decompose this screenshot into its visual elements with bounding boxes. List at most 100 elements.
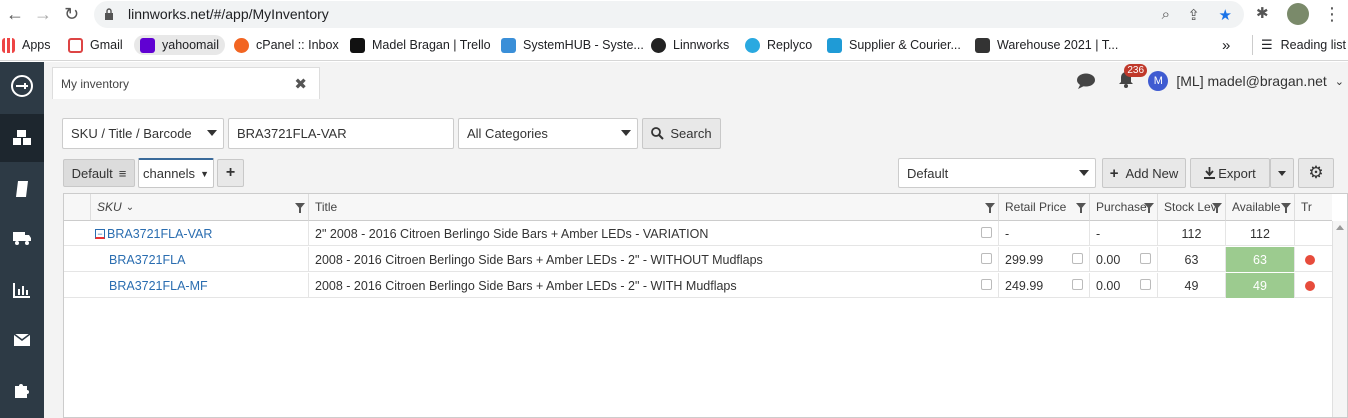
bookmarks-overflow[interactable]: » <box>1222 35 1230 55</box>
sku-link[interactable]: BRA3721FLA <box>109 253 185 267</box>
edit-icon[interactable] <box>981 279 992 290</box>
reports-chart-icon[interactable] <box>0 266 44 314</box>
column-header-title[interactable]: Title <box>309 194 999 221</box>
filter-icon[interactable] <box>1144 203 1154 213</box>
download-icon <box>1204 167 1216 179</box>
back-icon[interactable]: ← <box>6 4 24 24</box>
reload-icon[interactable]: ↻ <box>64 4 79 24</box>
tab-my-inventory[interactable]: My inventory ✖ <box>52 67 320 99</box>
bookmark-cpanel[interactable]: cPanel :: Inbox <box>234 35 339 55</box>
tracked-cell <box>1295 273 1332 298</box>
star-icon[interactable]: ★ <box>1219 6 1232 24</box>
supplier-icon <box>827 37 842 53</box>
title-cell[interactable]: 2008 - 2016 Citroen Berlingo Side Bars +… <box>309 247 999 272</box>
column-header-tracked[interactable]: Tr <box>1295 194 1332 221</box>
title-cell[interactable]: 2008 - 2016 Citroen Berlingo Side Bars +… <box>309 273 999 298</box>
edit-icon[interactable] <box>1140 279 1151 290</box>
bookmark-apps[interactable]: Apps <box>2 35 51 55</box>
column-header-stock-level[interactable]: Stock Lev <box>1158 194 1226 221</box>
bookmark-trello[interactable]: Madel Bragan | Trello <box>350 35 491 55</box>
sku-cell: − BRA3721FLA-VAR <box>91 221 309 246</box>
filter-icon[interactable] <box>1281 203 1291 213</box>
sku-link[interactable]: BRA3721FLA-MF <box>109 279 208 293</box>
table-row[interactable]: BRA3721FLA 2008 - 2016 Citroen Berlingo … <box>64 247 1332 272</box>
search-input[interactable]: BRA3721FLA-VAR <box>228 118 454 149</box>
bookmark-warehouse[interactable]: Warehouse 2021 | T... <box>975 35 1118 55</box>
bookmark-label: SystemHUB - Syste... <box>523 38 644 52</box>
close-icon[interactable]: ✖ <box>294 75 307 93</box>
filter-icon[interactable] <box>1212 203 1222 213</box>
table-row[interactable]: − BRA3721FLA-VAR 2" 2008 - 2016 Citroen … <box>64 221 1332 246</box>
reading-list[interactable]: ☰ Reading list <box>1252 35 1346 55</box>
orders-book-icon[interactable] <box>0 165 44 213</box>
add-new-button[interactable]: + Add New <box>1102 158 1186 188</box>
user-label[interactable]: [ML] madel@bragan.net <box>1176 73 1326 89</box>
edit-icon[interactable] <box>981 253 992 264</box>
title-cell[interactable]: 2" 2008 - 2016 Citroen Berlingo Side Bar… <box>309 221 999 246</box>
column-header-purchase[interactable]: Purchase <box>1090 194 1158 221</box>
scrollbar[interactable] <box>1332 221 1347 417</box>
retail-price-cell[interactable]: 299.99 <box>999 247 1090 272</box>
zoom-icon[interactable]: ⌕ <box>1162 6 1170 23</box>
column-header-sku[interactable]: SKU ⌄ <box>91 194 309 221</box>
search-icon <box>651 127 665 140</box>
inventory-icon[interactable] <box>0 114 44 162</box>
filter-icon[interactable] <box>1076 203 1086 213</box>
view-channels[interactable]: channels ▼ <box>138 158 214 188</box>
table-row[interactable]: BRA3721FLA-MF 2008 - 2016 Citroen Berlin… <box>64 273 1332 298</box>
settings-button[interactable]: ⚙ <box>1298 158 1334 188</box>
title-text: 2008 - 2016 Citroen Berlingo Side Bars +… <box>315 252 763 267</box>
bookmark-replyco[interactable]: Replyco <box>745 35 812 55</box>
category-select[interactable]: All Categories <box>458 118 638 149</box>
column-label: Tr <box>1301 200 1312 214</box>
bookmark-label: Gmail <box>90 38 123 52</box>
menu-icon[interactable]: ⋮ <box>1323 4 1341 24</box>
retail-price-cell[interactable]: 249.99 <box>999 273 1090 298</box>
share-icon[interactable]: ⇪ <box>1187 6 1200 24</box>
export-button[interactable]: Export <box>1190 158 1270 188</box>
caret-down-icon <box>1278 170 1286 176</box>
filter-icon[interactable] <box>295 203 305 213</box>
search-field-select[interactable]: SKU / Title / Barcode <box>62 118 224 149</box>
add-view-button[interactable]: + <box>217 159 244 187</box>
search-button[interactable]: Search <box>642 118 721 149</box>
edit-icon[interactable] <box>981 227 992 238</box>
collapse-icon[interactable]: − <box>95 228 105 239</box>
profile-avatar[interactable] <box>1287 3 1309 25</box>
messages-envelope-icon[interactable] <box>0 316 44 364</box>
column-header-available[interactable]: Available <box>1226 194 1295 221</box>
scroll-up-icon[interactable] <box>1336 225 1344 230</box>
reading-list-icon: ☰ <box>1261 37 1273 52</box>
edit-icon[interactable] <box>1072 279 1083 290</box>
export-dropdown[interactable] <box>1270 158 1294 188</box>
warehouse-icon <box>975 37 990 53</box>
notifications-bell[interactable]: 236 <box>1118 64 1148 91</box>
extensions-icon[interactable]: ✱ <box>1256 4 1269 24</box>
edit-icon[interactable] <box>1072 253 1083 264</box>
linnworks-logo-icon[interactable] <box>0 62 44 110</box>
notification-badge: 236 <box>1124 64 1148 77</box>
filter-icon[interactable] <box>985 203 995 213</box>
column-header-retail-price[interactable]: Retail Price <box>999 194 1090 221</box>
purchase-cell[interactable]: 0.00 <box>1090 273 1158 298</box>
edit-icon[interactable] <box>1140 253 1151 264</box>
view-default[interactable]: Default ≡ <box>63 159 135 187</box>
address-bar[interactable]: linnworks.net/#/app/MyInventory ⌕ ⇪ ★ <box>94 1 1244 28</box>
chat-icon[interactable] <box>1076 73 1096 90</box>
bookmark-yahoomail[interactable]: yahoomail <box>134 35 225 55</box>
bookmark-linnworks[interactable]: Linnworks <box>651 35 729 55</box>
select-column-header[interactable] <box>64 194 91 221</box>
sku-link[interactable]: BRA3721FLA-VAR <box>107 227 212 241</box>
bookmark-gmail[interactable]: Gmail <box>68 35 123 55</box>
forward-icon[interactable]: → <box>34 4 52 24</box>
bookmark-systemhub[interactable]: SystemHUB - Syste... <box>501 35 644 55</box>
chevron-down-icon[interactable]: ⌄ <box>1335 75 1344 88</box>
purchase-cell[interactable]: 0.00 <box>1090 247 1158 272</box>
shipping-truck-icon[interactable] <box>0 214 44 262</box>
apps-puzzle-icon[interactable] <box>0 366 44 414</box>
bookmark-supplier[interactable]: Supplier & Courier... <box>827 35 961 55</box>
column-label: Stock Lev <box>1164 200 1217 214</box>
avatar[interactable]: M <box>1148 71 1169 91</box>
list-icon: ≡ <box>118 165 127 181</box>
view-select[interactable]: Default <box>898 158 1096 188</box>
